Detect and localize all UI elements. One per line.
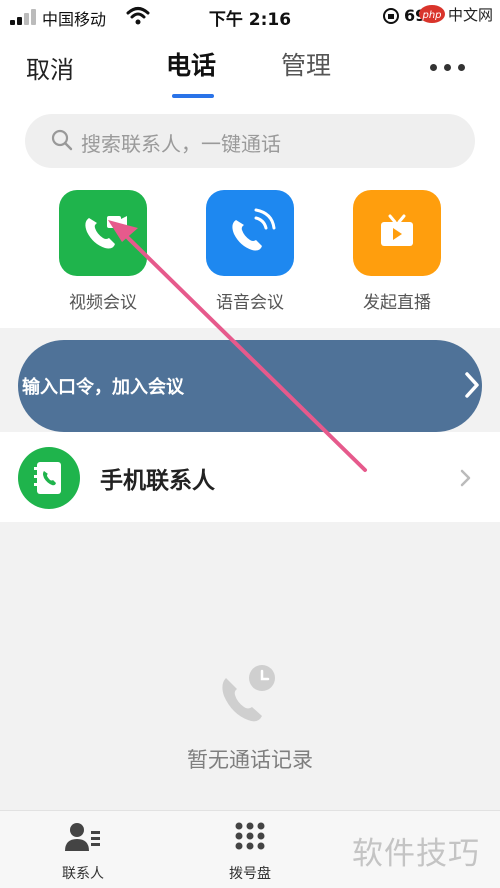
join-meeting-label: 输入口令，加入会议 bbox=[22, 377, 184, 398]
video-meeting-label: 视频会议 bbox=[69, 293, 137, 313]
tab-dialpad[interactable]: 拨号盘 bbox=[195, 821, 305, 883]
search-icon bbox=[51, 129, 73, 151]
tab-dialpad-label: 拨号盘 bbox=[229, 866, 271, 882]
svg-text:php: php bbox=[421, 10, 441, 21]
rotation-lock-icon bbox=[383, 8, 399, 24]
search-input[interactable]: 搜索联系人，一键通话 bbox=[25, 114, 475, 168]
chevron-right-icon bbox=[460, 469, 471, 487]
voice-meeting-label: 语音会议 bbox=[216, 293, 284, 313]
top-nav: 取消 电话 管理 bbox=[0, 34, 500, 104]
quick-actions: 视频会议 语音会议 发起直播 bbox=[0, 178, 500, 328]
search-section: 搜索联系人，一键通话 bbox=[0, 104, 500, 178]
video-call-icon bbox=[59, 190, 147, 276]
tab-contacts-label: 联系人 bbox=[62, 866, 104, 882]
contacts-icon bbox=[65, 823, 100, 851]
dialpad-icon bbox=[235, 822, 265, 850]
voice-call-icon bbox=[206, 190, 294, 276]
voice-meeting-button[interactable]: 语音会议 bbox=[190, 190, 310, 313]
status-bar: 中国移动 下午 2:16 69% php 中文网 bbox=[0, 0, 500, 34]
more-dots-icon[interactable] bbox=[430, 64, 466, 72]
tab-phone[interactable]: 电话 bbox=[166, 46, 216, 82]
watermark-text: 软件技巧 bbox=[352, 836, 480, 872]
video-meeting-button[interactable]: 视频会议 bbox=[43, 190, 163, 313]
tab-manage[interactable]: 管理 bbox=[281, 46, 331, 82]
live-tv-icon bbox=[353, 190, 441, 276]
empty-state: 暂无通话记录 bbox=[0, 660, 500, 774]
phone-contacts-label: 手机联系人 bbox=[100, 468, 215, 494]
active-tab-indicator bbox=[172, 94, 214, 98]
chevron-right-icon bbox=[465, 372, 479, 398]
cancel-button[interactable]: 取消 bbox=[26, 50, 74, 85]
start-live-label: 发起直播 bbox=[363, 293, 431, 313]
empty-message: 暂无通话记录 bbox=[187, 748, 313, 772]
svg-text:中文网: 中文网 bbox=[448, 6, 493, 24]
search-placeholder: 搜索联系人，一键通话 bbox=[81, 132, 281, 156]
phone-contacts-row[interactable]: 手机联系人 bbox=[0, 432, 500, 522]
tab-contacts[interactable]: 联系人 bbox=[28, 821, 138, 883]
watermark-logo: php 中文网 bbox=[419, 5, 493, 24]
join-meeting-banner[interactable]: 输入口令，加入会议 bbox=[18, 340, 482, 432]
call-history-icon bbox=[218, 660, 282, 724]
phonebook-icon bbox=[18, 447, 80, 509]
start-live-button[interactable]: 发起直播 bbox=[337, 190, 457, 313]
